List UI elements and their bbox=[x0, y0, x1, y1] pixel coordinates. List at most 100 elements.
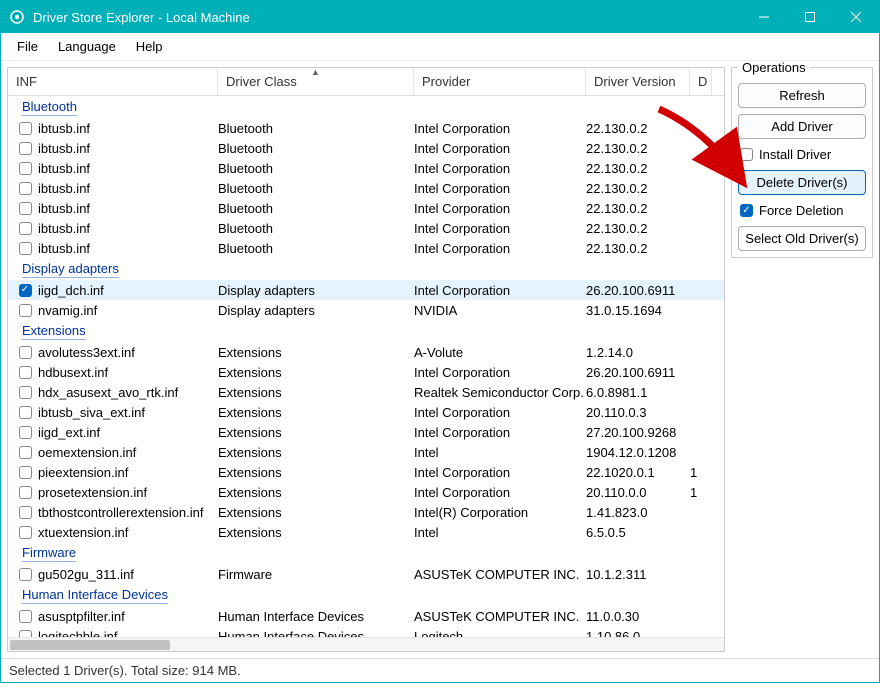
install-driver-checkbox[interactable]: Install Driver bbox=[738, 145, 866, 164]
table-row[interactable]: ibtusb.infBluetoothIntel Corporation22.1… bbox=[8, 198, 724, 218]
table-row[interactable]: xtuextension.infExtensionsIntel6.5.0.5 bbox=[8, 522, 724, 542]
delete-drivers-button[interactable]: Delete Driver(s) bbox=[738, 170, 866, 195]
menu-file[interactable]: File bbox=[7, 35, 48, 58]
table-row[interactable]: asusptpfilter.infHuman Interface Devices… bbox=[8, 606, 724, 626]
row-checkbox[interactable] bbox=[19, 610, 32, 623]
row-checkbox[interactable] bbox=[19, 446, 32, 459]
row-checkbox[interactable] bbox=[19, 386, 32, 399]
cell-version: 1.10.86.0 bbox=[586, 629, 690, 638]
cell-version: 31.0.15.1694 bbox=[586, 303, 690, 318]
cell-d: 1 bbox=[690, 485, 712, 500]
table-row[interactable]: tbthostcontrollerextension.infExtensions… bbox=[8, 502, 724, 522]
table-row[interactable]: ibtusb.infBluetoothIntel Corporation22.1… bbox=[8, 158, 724, 178]
row-checkbox[interactable] bbox=[19, 568, 32, 581]
group-header[interactable]: Firmware bbox=[8, 542, 724, 564]
force-deletion-checkbox[interactable]: Force Deletion bbox=[738, 201, 866, 220]
cell-inf: ibtusb.inf bbox=[38, 141, 218, 156]
cell-class: Display adapters bbox=[218, 283, 414, 298]
row-checkbox[interactable] bbox=[19, 630, 32, 638]
title-bar: Driver Store Explorer - Local Machine bbox=[1, 1, 879, 33]
group-header[interactable]: Display adapters bbox=[8, 258, 724, 280]
row-checkbox[interactable] bbox=[19, 162, 32, 175]
row-checkbox[interactable] bbox=[19, 526, 32, 539]
table-row[interactable]: ibtusb.infBluetoothIntel Corporation22.1… bbox=[8, 138, 724, 158]
table-row[interactable]: prosetextension.infExtensionsIntel Corpo… bbox=[8, 482, 724, 502]
cell-inf: tbthostcontrollerextension.inf bbox=[38, 505, 218, 520]
cell-provider: ASUSTeK COMPUTER INC. bbox=[414, 567, 586, 582]
table-row[interactable]: ibtusb.infBluetoothIntel Corporation22.1… bbox=[8, 238, 724, 258]
column-provider[interactable]: Provider bbox=[414, 68, 586, 95]
cell-provider: Realtek Semiconductor Corp. bbox=[414, 385, 586, 400]
cell-inf: hdx_asusext_avo_rtk.inf bbox=[38, 385, 218, 400]
cell-provider: NVIDIA bbox=[414, 303, 586, 318]
menu-help[interactable]: Help bbox=[126, 35, 173, 58]
cell-d: 1 bbox=[690, 465, 712, 480]
row-checkbox[interactable] bbox=[19, 222, 32, 235]
row-checkbox[interactable] bbox=[19, 122, 32, 135]
refresh-button[interactable]: Refresh bbox=[738, 83, 866, 108]
row-checkbox[interactable] bbox=[19, 346, 32, 359]
column-driver-class[interactable]: ▲ Driver Class bbox=[218, 68, 414, 95]
cell-inf: ibtusb.inf bbox=[38, 161, 218, 176]
row-checkbox[interactable] bbox=[19, 242, 32, 255]
row-checkbox[interactable] bbox=[19, 506, 32, 519]
row-checkbox[interactable] bbox=[19, 426, 32, 439]
row-checkbox[interactable] bbox=[19, 304, 32, 317]
table-row[interactable]: gu502gu_311.infFirmwareASUSTeK COMPUTER … bbox=[8, 564, 724, 584]
status-text: Selected 1 Driver(s). Total size: 914 MB… bbox=[9, 663, 241, 678]
table-row[interactable]: ibtusb.infBluetoothIntel Corporation22.1… bbox=[8, 118, 724, 138]
table-row[interactable]: iigd_ext.infExtensionsIntel Corporation2… bbox=[8, 422, 724, 442]
table-row[interactable]: hdbusext.infExtensionsIntel Corporation2… bbox=[8, 362, 724, 382]
table-row[interactable]: oemextension.infExtensionsIntel1904.12.0… bbox=[8, 442, 724, 462]
table-row[interactable]: logitechble.infHuman Interface DevicesLo… bbox=[8, 626, 724, 637]
table-row[interactable]: ibtusb.infBluetoothIntel Corporation22.1… bbox=[8, 218, 724, 238]
table-row[interactable]: iigd_dch.infDisplay adaptersIntel Corpor… bbox=[8, 280, 724, 300]
cell-class: Bluetooth bbox=[218, 141, 414, 156]
cell-class: Bluetooth bbox=[218, 221, 414, 236]
table-row[interactable]: nvamig.infDisplay adaptersNVIDIA31.0.15.… bbox=[8, 300, 724, 320]
table-row[interactable]: avolutess3ext.infExtensionsA-Volute1.2.1… bbox=[8, 342, 724, 362]
minimize-button[interactable] bbox=[741, 1, 787, 33]
row-checkbox[interactable] bbox=[19, 284, 32, 297]
cell-inf: nvamig.inf bbox=[38, 303, 218, 318]
table-row[interactable]: ibtusb.infBluetoothIntel Corporation22.1… bbox=[8, 178, 724, 198]
cell-provider: A-Volute bbox=[414, 345, 586, 360]
group-header[interactable]: Human Interface Devices bbox=[8, 584, 724, 606]
cell-class: Extensions bbox=[218, 445, 414, 460]
cell-class: Bluetooth bbox=[218, 161, 414, 176]
row-checkbox[interactable] bbox=[19, 142, 32, 155]
table-row[interactable]: pieextension.infExtensionsIntel Corporat… bbox=[8, 462, 724, 482]
group-header[interactable]: Bluetooth bbox=[8, 96, 724, 118]
row-checkbox[interactable] bbox=[19, 486, 32, 499]
column-inf[interactable]: INF bbox=[8, 68, 218, 95]
cell-provider: Intel Corporation bbox=[414, 485, 586, 500]
close-button[interactable] bbox=[833, 1, 879, 33]
cell-class: Bluetooth bbox=[218, 201, 414, 216]
horizontal-scrollbar[interactable] bbox=[8, 637, 724, 651]
select-old-drivers-button[interactable]: Select Old Driver(s) bbox=[738, 226, 866, 251]
menu-language[interactable]: Language bbox=[48, 35, 126, 58]
column-driver-version[interactable]: Driver Version bbox=[586, 68, 690, 95]
scrollbar-thumb[interactable] bbox=[10, 640, 170, 650]
driver-list-panel: INF ▲ Driver Class Provider Driver Versi… bbox=[7, 67, 725, 652]
cell-class: Human Interface Devices bbox=[218, 609, 414, 624]
cell-class: Extensions bbox=[218, 385, 414, 400]
group-header[interactable]: Extensions bbox=[8, 320, 724, 342]
add-driver-button[interactable]: Add Driver bbox=[738, 114, 866, 139]
row-checkbox[interactable] bbox=[19, 202, 32, 215]
cell-class: Extensions bbox=[218, 405, 414, 420]
row-checkbox[interactable] bbox=[19, 406, 32, 419]
cell-class: Extensions bbox=[218, 365, 414, 380]
cell-inf: gu502gu_311.inf bbox=[38, 567, 218, 582]
maximize-button[interactable] bbox=[787, 1, 833, 33]
table-row[interactable]: ibtusb_siva_ext.infExtensionsIntel Corpo… bbox=[8, 402, 724, 422]
column-class-label: Driver Class bbox=[226, 74, 297, 89]
row-checkbox[interactable] bbox=[19, 366, 32, 379]
row-checkbox[interactable] bbox=[19, 466, 32, 479]
table-row[interactable]: hdx_asusext_avo_rtk.infExtensionsRealtek… bbox=[8, 382, 724, 402]
list-body[interactable]: Bluetoothibtusb.infBluetoothIntel Corpor… bbox=[8, 96, 724, 637]
cell-version: 6.0.8981.1 bbox=[586, 385, 690, 400]
row-checkbox[interactable] bbox=[19, 182, 32, 195]
column-d[interactable]: D bbox=[690, 68, 712, 95]
cell-inf: ibtusb_siva_ext.inf bbox=[38, 405, 218, 420]
